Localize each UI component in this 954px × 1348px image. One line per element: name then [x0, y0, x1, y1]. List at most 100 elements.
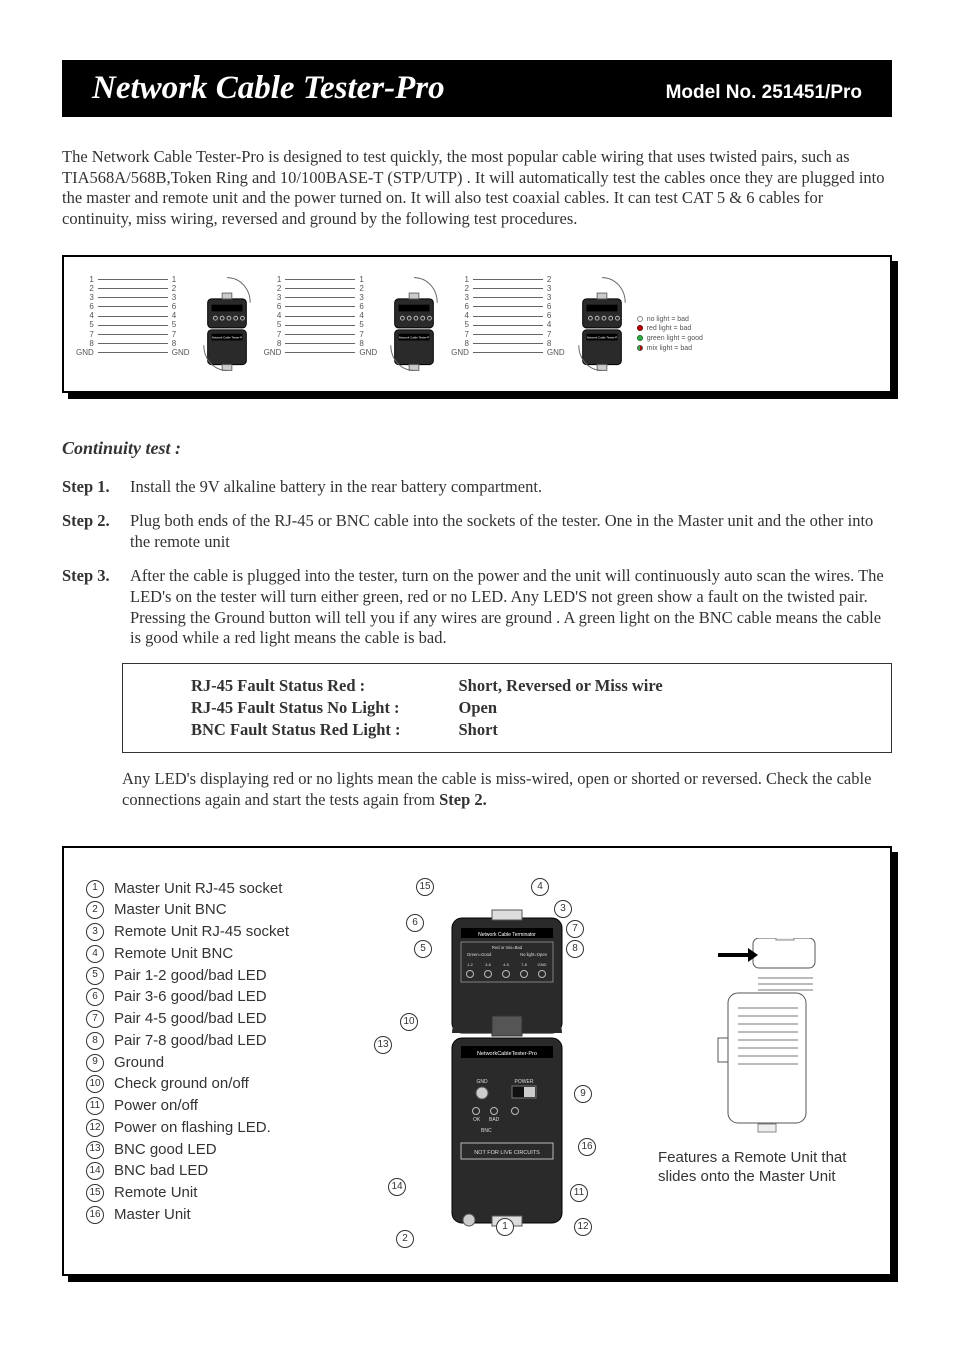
- svg-text:No light=Open: No light=Open: [520, 952, 548, 957]
- svg-text:BAD: BAD: [489, 1117, 500, 1123]
- part-label: Pair 7-8 good/bad LED: [114, 1030, 267, 1052]
- mini-tester: Network Cable Tester-P: [198, 275, 256, 373]
- svg-text:7-8: 7-8: [521, 962, 528, 967]
- part-number-icon: 5: [86, 967, 104, 985]
- parts-list: 1 Master Unit RJ-45 socket 2 Master Unit…: [86, 878, 356, 1248]
- callout-12: 12: [574, 1218, 592, 1236]
- header-bar: Network Cable Tester-Pro Model No. 25145…: [62, 60, 892, 117]
- parts-list-item: 11 Power on/off: [86, 1095, 356, 1117]
- callout-2: 2: [396, 1230, 414, 1248]
- pin-map: 1223336646547788GNDGND: [449, 275, 567, 358]
- step-body: Install the 9V alkaline battery in the r…: [130, 477, 892, 498]
- part-label: Remote Unit RJ-45 socket: [114, 921, 289, 943]
- svg-text:NetworkCableTester-Pro: NetworkCableTester-Pro: [477, 1051, 537, 1057]
- parts-list-item: 1 Master Unit RJ-45 socket: [86, 878, 356, 900]
- parts-list-item: 10 Check ground on/off: [86, 1073, 356, 1095]
- callout-3: 3: [554, 900, 572, 918]
- component-diagram-panel: 1 Master Unit RJ-45 socket 2 Master Unit…: [62, 846, 892, 1276]
- intro-paragraph: The Network Cable Tester-Pro is designed…: [62, 147, 892, 230]
- part-number-icon: 16: [86, 1206, 104, 1224]
- part-number-icon: 4: [86, 945, 104, 963]
- part-label: Master Unit RJ-45 socket: [114, 878, 282, 900]
- part-label: BNC good LED: [114, 1139, 217, 1161]
- part-label: Pair 1-2 good/bad LED: [114, 965, 267, 987]
- post-fault-text: Any LED's displaying red or no lights me…: [122, 769, 871, 809]
- part-number-icon: 1: [86, 880, 104, 898]
- parts-list-item: 3 Remote Unit RJ-45 socket: [86, 921, 356, 943]
- svg-text:Network Cable Tester-P: Network Cable Tester-P: [586, 335, 617, 339]
- part-number-icon: 3: [86, 923, 104, 941]
- step-1: Step 1. Install the 9V alkaline battery …: [62, 477, 892, 498]
- part-label: Pair 3-6 good/bad LED: [114, 986, 267, 1008]
- parts-list-item: 15 Remote Unit: [86, 1182, 356, 1204]
- step-body: After the cable is plugged into the test…: [130, 566, 892, 649]
- parts-list-item: 9 Ground: [86, 1052, 356, 1074]
- parts-list-item: 2 Master Unit BNC: [86, 899, 356, 921]
- svg-text:BNC: BNC: [481, 1128, 492, 1134]
- mini-tester: Network Cable Tester-P: [573, 275, 631, 373]
- step-label: Step 2.: [62, 511, 122, 552]
- svg-text:1-2: 1-2: [467, 962, 474, 967]
- callout-8: 8: [566, 940, 584, 958]
- svg-text:GND: GND: [476, 1079, 488, 1085]
- post-fault-note: Any LED's displaying red or no lights me…: [122, 769, 892, 810]
- callout-9: 9: [574, 1085, 592, 1103]
- callout-10: 10: [400, 1013, 418, 1031]
- step-2: Step 2. Plug both ends of the RJ-45 or B…: [62, 511, 892, 552]
- svg-text:4-5: 4-5: [503, 962, 510, 967]
- callout-15: 15: [416, 878, 434, 896]
- part-number-icon: 12: [86, 1119, 104, 1137]
- svg-text:3-6: 3-6: [485, 962, 492, 967]
- part-number-icon: 8: [86, 1032, 104, 1050]
- slide-on-caption: Features a Remote Unit that slides onto …: [658, 1149, 868, 1187]
- step-label: Step 3.: [62, 566, 122, 649]
- part-label: Master Unit BNC: [114, 899, 227, 921]
- part-number-icon: 2: [86, 901, 104, 919]
- fault-row: BNC Fault Status Red Light :Short: [185, 720, 669, 740]
- callout-7: 7: [566, 920, 584, 938]
- callout-16: 16: [578, 1138, 596, 1156]
- part-label: Remote Unit BNC: [114, 943, 233, 965]
- svg-text:Network Cable Tester-P: Network Cable Tester-P: [399, 335, 430, 339]
- parts-list-item: 16 Master Unit: [86, 1204, 356, 1226]
- part-label: Master Unit: [114, 1204, 191, 1226]
- part-number-icon: 15: [86, 1184, 104, 1202]
- part-label: Power on/off: [114, 1095, 198, 1117]
- part-label: Ground: [114, 1052, 164, 1074]
- svg-text:Red or mix=Bad: Red or mix=Bad: [492, 945, 523, 950]
- post-fault-step-ref: Step 2.: [439, 790, 487, 809]
- callout-13: 13: [374, 1036, 392, 1054]
- svg-text:Green=Good: Green=Good: [467, 952, 492, 957]
- part-label: Check ground on/off: [114, 1073, 249, 1095]
- parts-list-item: 14 BNC bad LED: [86, 1160, 356, 1182]
- part-number-icon: 7: [86, 1010, 104, 1028]
- step-body: Plug both ends of the RJ-45 or BNC cable…: [130, 511, 892, 552]
- part-label: Remote Unit: [114, 1182, 197, 1204]
- parts-list-item: 5 Pair 1-2 good/bad LED: [86, 965, 356, 987]
- part-label: Power on flashing LED.: [114, 1117, 271, 1139]
- part-label: Pair 4-5 good/bad LED: [114, 1008, 267, 1030]
- callout-14: 14: [388, 1178, 406, 1196]
- mini-legend: no light = bad red light = bad green lig…: [637, 275, 703, 354]
- step-label: Step 1.: [62, 477, 122, 498]
- parts-list-item: 6 Pair 3-6 good/bad LED: [86, 986, 356, 1008]
- svg-text:OK: OK: [473, 1117, 481, 1123]
- fault-row: RJ-45 Fault Status Red :Short, Reversed …: [185, 676, 669, 696]
- slide-on-diagram: Features a Remote Unit that slides onto …: [658, 878, 868, 1248]
- part-number-icon: 13: [86, 1141, 104, 1159]
- callout-6: 6: [406, 914, 424, 932]
- svg-text:Network Cable Tester-P: Network Cable Tester-P: [211, 335, 242, 339]
- part-number-icon: 11: [86, 1097, 104, 1115]
- svg-text:NOT FOR LIVE CIRCUITS: NOT FOR LIVE CIRCUITS: [474, 1150, 540, 1156]
- part-number-icon: 6: [86, 988, 104, 1006]
- callout-11: 11: [570, 1184, 588, 1202]
- part-number-icon: 14: [86, 1162, 104, 1180]
- parts-list-item: 12 Power on flashing LED.: [86, 1117, 356, 1139]
- svg-text:GND: GND: [538, 962, 547, 967]
- fault-status-box: RJ-45 Fault Status Red :Short, Reversed …: [122, 663, 892, 753]
- step-3: Step 3. After the cable is plugged into …: [62, 566, 892, 649]
- callout-4: 4: [531, 878, 549, 896]
- parts-list-item: 4 Remote Unit BNC: [86, 943, 356, 965]
- continuity-heading: Continuity test :: [62, 438, 892, 459]
- wiring-examples-panel: 1122336644557788GNDGND Network Cable Tes…: [62, 255, 892, 393]
